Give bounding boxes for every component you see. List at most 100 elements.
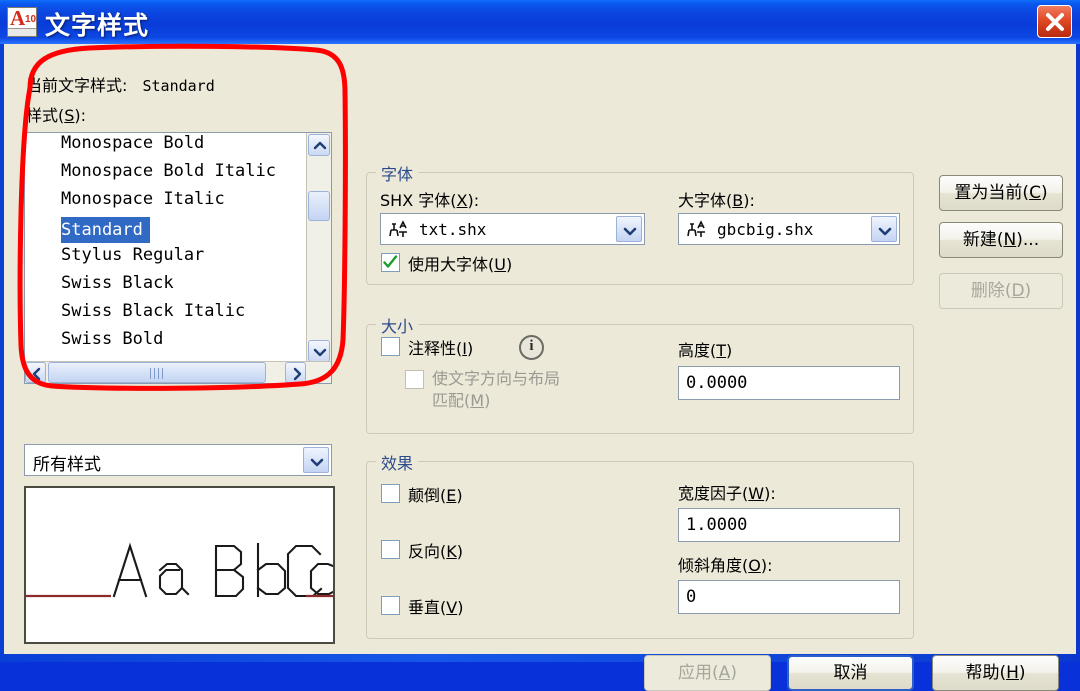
- effects-group: 效果 颠倒(E) 反向(K) 垂直(V) 宽度因子(W): 1.0000 倾斜角…: [366, 450, 914, 639]
- shx-font-label: SHX 字体(X):: [380, 191, 480, 210]
- width-factor-label: 宽度因子(W):: [678, 484, 776, 503]
- width-factor-input[interactable]: 1.0000: [678, 508, 900, 542]
- oblique-angle-input[interactable]: 0: [678, 580, 900, 614]
- listbox-horizontal-scrollbar[interactable]: [25, 361, 331, 383]
- autocad-app-icon: A 10: [7, 7, 37, 37]
- apply-button: 应用(A): [644, 655, 771, 691]
- style-filter-value: 所有样式: [33, 455, 101, 475]
- annotative-label: 注释性(I): [408, 339, 474, 358]
- shx-font-combobox[interactable]: txt.shx: [380, 213, 645, 245]
- vertical-accesskey: V: [446, 598, 458, 617]
- list-item[interactable]: Swiss Black Italic: [25, 301, 308, 329]
- scroll-right-icon[interactable]: [285, 362, 306, 383]
- current-style-row: 当前文字样式: Standard: [26, 72, 215, 96]
- style-filter-combobox[interactable]: 所有样式: [24, 444, 332, 476]
- scroll-thumb-grip: [150, 368, 164, 379]
- style-listbox[interactable]: Monospace Bold Monospace Bold Italic Monos…: [24, 132, 332, 384]
- help-accesskey: H: [1006, 663, 1019, 683]
- preview-sample-text: [26, 542, 333, 598]
- chevron-down-icon[interactable]: [616, 216, 642, 242]
- listbox-vertical-scrollbar[interactable]: [306, 133, 331, 363]
- use-big-font-label: 使用大字体(U): [408, 255, 513, 274]
- cancel-button[interactable]: 取消: [787, 655, 914, 691]
- cancel-label: 取消: [833, 663, 868, 683]
- oblique-angle-accesskey: O: [748, 556, 761, 575]
- use-big-font-accesskey: U: [494, 255, 506, 274]
- text-style-dialog: A 10 文字样式 当前文字样式: Standard 样式(S): Monosp…: [0, 0, 1080, 691]
- list-item[interactable]: Monospace Italic: [25, 189, 308, 217]
- chevron-down-icon[interactable]: [303, 447, 329, 473]
- set-current-accesskey: C: [1029, 183, 1041, 203]
- scroll-up-icon[interactable]: [308, 134, 330, 156]
- height-value: 0.0000: [686, 373, 748, 393]
- oblique-angle-label: 倾斜角度(O):: [678, 556, 773, 575]
- big-font-accesskey: B: [732, 191, 744, 210]
- match-orientation-label: 使文字方向与布局 匹配(M): [432, 369, 561, 410]
- styles-label-suffix: ):: [74, 106, 87, 125]
- upside-down-label: 颠倒(E): [408, 486, 463, 505]
- backwards-label: 反向(K): [408, 542, 464, 561]
- dialog-client-area: 当前文字样式: Standard 样式(S): Monospace Bold Mo…: [4, 44, 1076, 691]
- scroll-thumb-horizontal[interactable]: [48, 362, 266, 383]
- current-style-label: 当前文字样式:: [26, 76, 128, 95]
- checkbox-box: [381, 484, 400, 503]
- checkbox-box: [381, 540, 400, 559]
- list-item[interactable]: Swiss Bold: [25, 329, 308, 357]
- title-bar: A 10 文字样式: [0, 0, 1080, 44]
- app-icon-page: [8, 28, 36, 36]
- styles-list-label: 样式(S):: [26, 106, 87, 125]
- big-font-label: 大字体(B):: [678, 191, 755, 210]
- list-item[interactable]: Swiss Black: [25, 273, 308, 301]
- backwards-accesskey: K: [446, 542, 457, 561]
- window-title: 文字样式: [45, 11, 150, 40]
- new-style-button[interactable]: 新建(N)...: [939, 222, 1063, 258]
- list-item[interactable]: Stylus Regular: [25, 245, 308, 273]
- scroll-thumb-vertical[interactable]: [308, 191, 330, 221]
- width-factor-value: 1.0000: [686, 515, 748, 535]
- font-group: 字体 SHX 字体(X): txt.shx 大字体(B): gbcbig.shx…: [366, 161, 914, 285]
- styles-label-text: 样式: [26, 106, 59, 125]
- set-current-button[interactable]: 置为当前(C): [939, 175, 1063, 211]
- delete-style-accesskey: D: [1011, 281, 1025, 301]
- effects-group-legend: 效果: [376, 450, 419, 474]
- help-button[interactable]: 帮助(H): [932, 655, 1059, 691]
- upside-down-accesskey: E: [446, 486, 457, 505]
- big-font-value: gbcbig.shx: [717, 220, 814, 239]
- checkbox-box: [381, 596, 400, 615]
- chevron-down-icon[interactable]: [871, 216, 897, 242]
- list-item[interactable]: Standard: [25, 217, 308, 245]
- big-font-combobox[interactable]: gbcbig.shx: [678, 213, 900, 245]
- oblique-angle-value: 0: [686, 587, 697, 607]
- size-group: 大小 注释性(I) i 使文字方向与布局 匹配(M) 高度(T) 0.0000: [366, 313, 914, 434]
- match-orientation-accesskey: M: [470, 391, 485, 410]
- font-group-legend: 字体: [376, 161, 419, 185]
- app-icon-version: 10: [25, 14, 37, 25]
- height-input[interactable]: 0.0000: [678, 366, 900, 400]
- size-group-legend: 大小: [376, 313, 419, 337]
- delete-style-button: 删除(D): [939, 273, 1063, 309]
- shx-font-icon: [389, 220, 407, 237]
- list-item-label: Standard: [61, 217, 150, 243]
- shx-font-icon: [687, 220, 705, 237]
- info-icon[interactable]: i: [519, 335, 544, 360]
- check-icon: [383, 255, 398, 268]
- checkbox-box: [381, 337, 400, 356]
- close-icon[interactable]: [1037, 5, 1072, 38]
- list-item[interactable]: Monospace Bold: [25, 133, 308, 161]
- info-icon-glyph: i: [529, 338, 534, 354]
- scroll-down-icon[interactable]: [308, 340, 330, 362]
- apply-accesskey: A: [718, 663, 731, 683]
- height-accesskey: T: [716, 341, 727, 360]
- height-label: 高度(T): [678, 341, 733, 360]
- current-style-value: Standard: [142, 77, 215, 95]
- scroll-left-icon[interactable]: [25, 362, 46, 383]
- width-factor-accesskey: W: [748, 484, 765, 503]
- list-item[interactable]: Monospace Bold Italic: [25, 161, 308, 189]
- shx-font-value: txt.shx: [419, 220, 487, 239]
- new-style-accesskey: N: [1003, 230, 1017, 250]
- style-preview-pane: [24, 486, 335, 644]
- style-list-items[interactable]: Monospace Bold Monospace Bold Italic Monos…: [25, 133, 308, 363]
- shx-font-accesskey: X: [456, 191, 468, 210]
- styles-label-accesskey: S: [64, 106, 75, 125]
- checkbox-box: [405, 370, 424, 389]
